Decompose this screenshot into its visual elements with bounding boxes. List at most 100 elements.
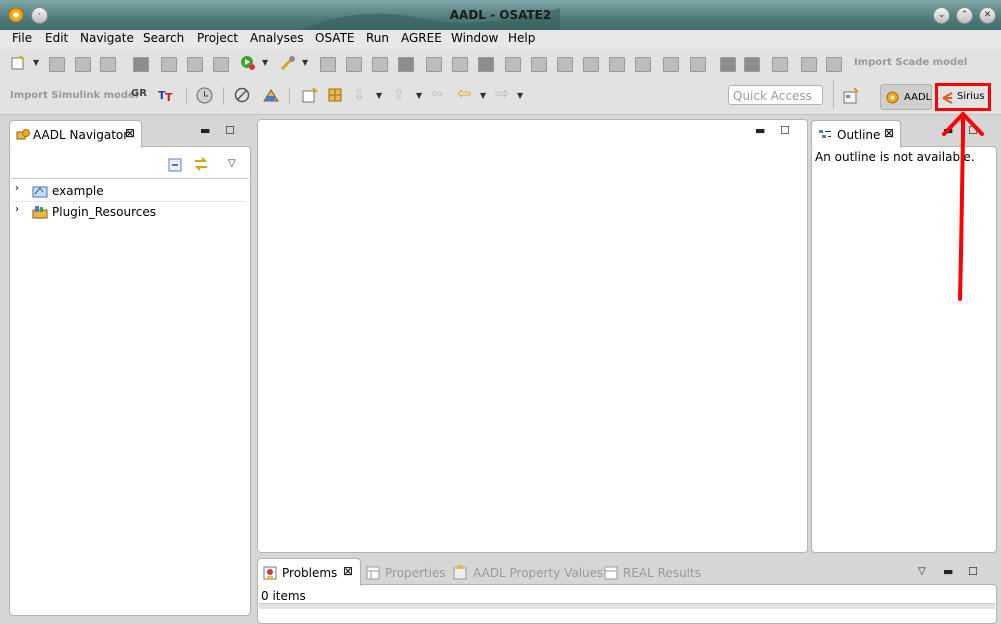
- handshake-icon[interactable]: [478, 57, 494, 72]
- menu-osate[interactable]: OSATE: [315, 31, 354, 45]
- print-icon[interactable]: [100, 57, 116, 72]
- import-simulink-button[interactable]: Import Simulink model: [10, 90, 138, 101]
- shield-icon[interactable]: [557, 57, 573, 72]
- sum-icon[interactable]: [320, 57, 336, 72]
- cancel-icon[interactable]: [234, 87, 250, 103]
- clock-icon[interactable]: [196, 87, 213, 104]
- plugin-icon[interactable]: [327, 87, 343, 103]
- expand-chevron-icon[interactable]: ›: [15, 183, 19, 194]
- run-dropdown-icon[interactable]: ▼: [262, 58, 268, 67]
- forward-dropdown-icon[interactable]: ▼: [517, 91, 523, 100]
- annotation-arrow-icon: [942, 112, 984, 301]
- import-scade-button[interactable]: Import Scade model: [854, 57, 967, 68]
- model-icon[interactable]: [262, 87, 280, 103]
- tab-properties[interactable]: Properties: [385, 566, 446, 580]
- back-icon[interactable]: ⇦: [457, 84, 471, 104]
- menu-project[interactable]: Project: [197, 31, 238, 45]
- menu-edit[interactable]: Edit: [45, 31, 68, 45]
- quick-access-input[interactable]: Quick Access: [728, 85, 823, 105]
- expand-chevron-icon[interactable]: ›: [15, 204, 19, 215]
- bidirectional-icon[interactable]: [398, 57, 414, 72]
- instantiate-icon[interactable]: [161, 57, 177, 72]
- timeline-icon[interactable]: TT: [158, 87, 176, 104]
- package-icon[interactable]: [187, 57, 203, 72]
- cylinder-icon[interactable]: [720, 57, 736, 72]
- lightbulb-icon[interactable]: [635, 57, 651, 72]
- menu-help[interactable]: Help: [508, 31, 535, 45]
- minimize-window-button[interactable]: ⌄: [933, 7, 950, 24]
- perspective-aadl-button[interactable]: AADL: [880, 84, 932, 110]
- page-icon[interactable]: [801, 57, 817, 72]
- editor-area: [257, 119, 808, 553]
- save-all-icon[interactable]: [75, 57, 91, 72]
- project-folder-icon: [32, 186, 48, 198]
- menu-agree[interactable]: AGREE: [401, 31, 442, 45]
- document-icon[interactable]: [663, 57, 679, 72]
- new-resource-icon[interactable]: [302, 87, 318, 103]
- forward-icon[interactable]: ⇨: [495, 84, 509, 104]
- bottom-view-menu-icon[interactable]: ▽: [918, 566, 926, 577]
- gauge-icon[interactable]: [826, 57, 842, 72]
- percent-icon[interactable]: [346, 57, 362, 72]
- outline-tab-label: Outline: [837, 128, 881, 142]
- menu-navigate[interactable]: Navigate: [80, 31, 134, 45]
- sirius-perspective-icon: [942, 92, 953, 104]
- gr-button[interactable]: GR: [131, 88, 147, 99]
- tools-icon[interactable]: [280, 55, 296, 71]
- cloud-icon[interactable]: [583, 57, 599, 72]
- minimize-bottom-icon[interactable]: ▬: [943, 565, 953, 578]
- view-menu-icon[interactable]: ▽: [228, 158, 236, 169]
- table-icon[interactable]: [505, 57, 521, 72]
- previous-annotation-dropdown-icon[interactable]: ▼: [416, 91, 422, 100]
- list-item[interactable]: › example: [12, 182, 245, 202]
- tab-real-results[interactable]: REAL Results: [623, 566, 701, 580]
- maximize-window-button[interactable]: ⌃: [956, 7, 973, 24]
- expand-icon[interactable]: [690, 57, 706, 72]
- archive-icon[interactable]: [213, 57, 229, 72]
- save-icon[interactable]: [49, 57, 65, 72]
- tab-outline[interactable]: Outline ⊠: [811, 120, 901, 148]
- tab-problems[interactable]: Problems ⊠: [257, 558, 361, 586]
- last-edit-icon[interactable]: ⇦: [431, 86, 443, 102]
- database-icon[interactable]: [531, 57, 547, 72]
- tab-aadl-property-values[interactable]: AADL Property Values: [473, 566, 603, 580]
- spreadsheet-icon[interactable]: [772, 57, 788, 72]
- back-dropdown-icon[interactable]: ▼: [480, 91, 486, 100]
- open-perspective-icon[interactable]: [843, 87, 859, 104]
- new-file-icon[interactable]: [11, 55, 25, 70]
- lock-icon[interactable]: [133, 57, 149, 72]
- close-navigator-icon[interactable]: ⊠: [125, 126, 135, 140]
- menu-window[interactable]: Window: [451, 31, 498, 45]
- next-annotation-dropdown-icon[interactable]: ▼: [376, 91, 382, 100]
- close-outline-icon[interactable]: ⊠: [884, 126, 894, 140]
- edit-diagram-icon[interactable]: [426, 57, 442, 72]
- collapse-all-icon[interactable]: [168, 158, 182, 172]
- maximize-editor-icon[interactable]: ☐: [780, 124, 790, 137]
- next-annotation-icon[interactable]: ⇩: [353, 88, 365, 104]
- tab-aadl-navigator[interactable]: AADL Navigator ⊠: [9, 120, 142, 148]
- grid-icon[interactable]: [609, 57, 625, 72]
- previous-annotation-icon[interactable]: ⇧: [393, 87, 405, 103]
- main-toolbar: [0, 50, 1001, 78]
- menu-run[interactable]: Run: [366, 31, 389, 45]
- menu-file[interactable]: File: [12, 31, 32, 45]
- maximize-bottom-icon[interactable]: ☐: [968, 565, 978, 578]
- menu-analyses[interactable]: Analyses: [250, 31, 304, 45]
- bug-icon[interactable]: [452, 57, 468, 72]
- close-problems-icon[interactable]: ⊠: [343, 564, 353, 578]
- tools-dropdown-icon[interactable]: ▼: [302, 58, 308, 67]
- layout-icon[interactable]: [744, 57, 760, 72]
- run-icon[interactable]: [240, 55, 256, 71]
- analysis-icon[interactable]: [372, 57, 388, 72]
- minimize-editor-icon[interactable]: ▬: [755, 124, 765, 137]
- link-with-editor-icon[interactable]: [193, 156, 209, 172]
- menu-search[interactable]: Search: [143, 31, 184, 45]
- minimize-navigator-icon[interactable]: ▬: [200, 124, 210, 137]
- properties-icon: [366, 566, 380, 580]
- window-title: AADL - OSATE2: [449, 8, 552, 22]
- maximize-navigator-icon[interactable]: ☐: [225, 124, 235, 137]
- new-dropdown-icon[interactable]: ▼: [33, 58, 39, 67]
- svg-text:T: T: [165, 91, 173, 103]
- list-item[interactable]: › Plugin_Resources: [12, 203, 245, 222]
- close-window-button[interactable]: ✕: [979, 7, 996, 24]
